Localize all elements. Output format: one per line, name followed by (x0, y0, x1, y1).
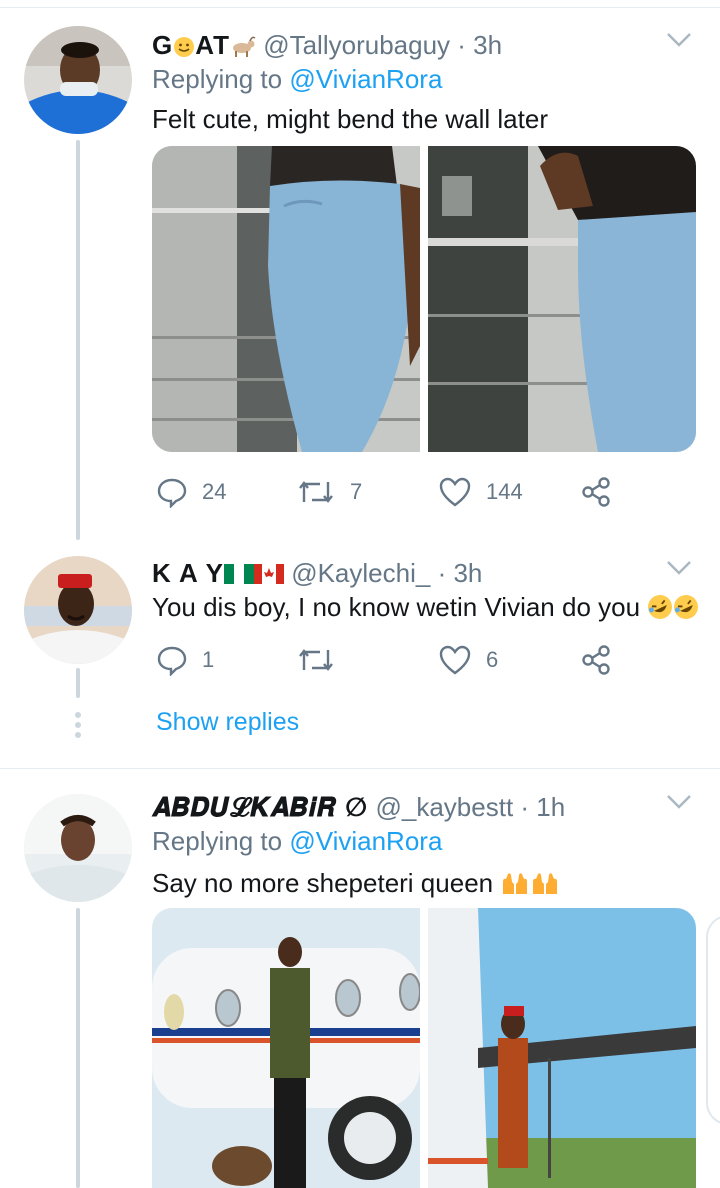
timestamp[interactable]: · 1h (520, 792, 565, 822)
replying-to: Replying to @VivianRora (152, 64, 443, 94)
avatar[interactable] (24, 26, 132, 134)
photo-2[interactable] (428, 908, 696, 1188)
share-button[interactable] (580, 640, 612, 680)
tweet-2[interactable]: K A Y @Kaylechi_ · 3h You dis boy, I no … (0, 540, 720, 768)
like-button[interactable]: 144 (438, 472, 523, 512)
chevron-down-icon[interactable] (666, 560, 692, 576)
raising-hands-emoji-icon (503, 873, 528, 894)
username[interactable]: @Tallyorubaguy (263, 30, 450, 60)
retweet-button[interactable] (296, 640, 350, 680)
username[interactable]: @_kaybestt (375, 792, 513, 822)
mention-link[interactable]: @VivianRora (289, 64, 442, 94)
like-count: 6 (486, 647, 499, 672)
replying-to: Replying to @VivianRora (152, 826, 443, 856)
display-name[interactable]: 𝑨𝑩𝑫𝑼𝓛𝑲𝑨𝑩𝒊𝑹 ∅ (152, 792, 368, 822)
avatar[interactable] (24, 794, 132, 902)
media-grid[interactable] (152, 146, 696, 452)
tweet-actions: 1 6 (152, 640, 622, 680)
share-icon (582, 477, 610, 507)
timestamp[interactable]: · 3h (457, 30, 502, 60)
tweet-header: K A Y @Kaylechi_ · 3h (152, 558, 482, 589)
like-button[interactable]: 6 (438, 640, 498, 680)
share-button[interactable] (580, 472, 612, 512)
tweet-header: 𝑨𝑩𝑫𝑼𝓛𝑲𝑨𝑩𝒊𝑹 ∅ @_kaybestt · 1h (152, 792, 565, 824)
tweet-actions: 24 7 144 (152, 472, 622, 512)
rofl-emoji-icon (648, 595, 673, 619)
media-grid[interactable] (152, 908, 696, 1188)
reply-count: 24 (202, 479, 227, 504)
tweet-1[interactable]: G AT @Tallyorubaguy · 3h Replying to @Viv… (0, 0, 720, 540)
retweet-icon (299, 649, 333, 671)
like-count: 144 (486, 479, 523, 504)
reply-count: 1 (202, 647, 215, 672)
rofl-emoji-icon (674, 595, 699, 619)
heart-icon (439, 477, 471, 507)
thread-line (76, 668, 80, 698)
heart-icon (439, 645, 471, 675)
goat-emoji-icon (232, 36, 256, 57)
retweet-count: 7 (350, 479, 363, 504)
smiley-emoji-icon (174, 37, 195, 57)
tweet-3[interactable]: 𝑨𝑩𝑫𝑼𝓛𝑲𝑨𝑩𝒊𝑹 ∅ @_kaybestt · 1h Replying to… (0, 768, 720, 1188)
scrollbar[interactable] (706, 915, 720, 1125)
chevron-down-icon[interactable] (666, 32, 692, 48)
show-replies-link[interactable]: Show replies (156, 708, 299, 737)
tweet-text: Felt cute, might bend the wall later (152, 104, 548, 134)
avatar[interactable] (24, 556, 132, 664)
username[interactable]: @Kaylechi_ (291, 558, 430, 588)
share-icon (582, 645, 610, 675)
chevron-down-icon[interactable] (666, 794, 692, 810)
mention-link[interactable]: @VivianRora (289, 826, 442, 856)
reply-icon (157, 646, 187, 676)
reply-button[interactable]: 24 (156, 472, 226, 512)
photo-1[interactable] (152, 146, 420, 452)
photo-1[interactable] (152, 908, 420, 1188)
photo-2[interactable] (428, 146, 696, 452)
more-replies-dots (74, 712, 82, 742)
canada-flag-icon (253, 564, 284, 584)
tweet-text: Say no more shepeteri queen (152, 868, 560, 899)
display-name[interactable]: G AT (152, 30, 256, 60)
raising-hands-emoji-icon (533, 873, 558, 894)
retweet-button[interactable]: 7 (296, 472, 362, 512)
nigeria-flag-icon (223, 564, 254, 584)
tweet-text: You dis boy, I no know wetin Vivian do y… (152, 592, 699, 623)
thread-line (76, 908, 80, 1188)
timestamp[interactable]: · 3h (438, 558, 483, 588)
reply-icon (157, 478, 187, 508)
display-name[interactable]: K A Y (152, 558, 284, 588)
thread-line (76, 140, 80, 540)
reply-button[interactable]: 1 (156, 640, 214, 680)
tweet-header: G AT @Tallyorubaguy · 3h (152, 30, 502, 61)
retweet-icon (299, 481, 333, 503)
